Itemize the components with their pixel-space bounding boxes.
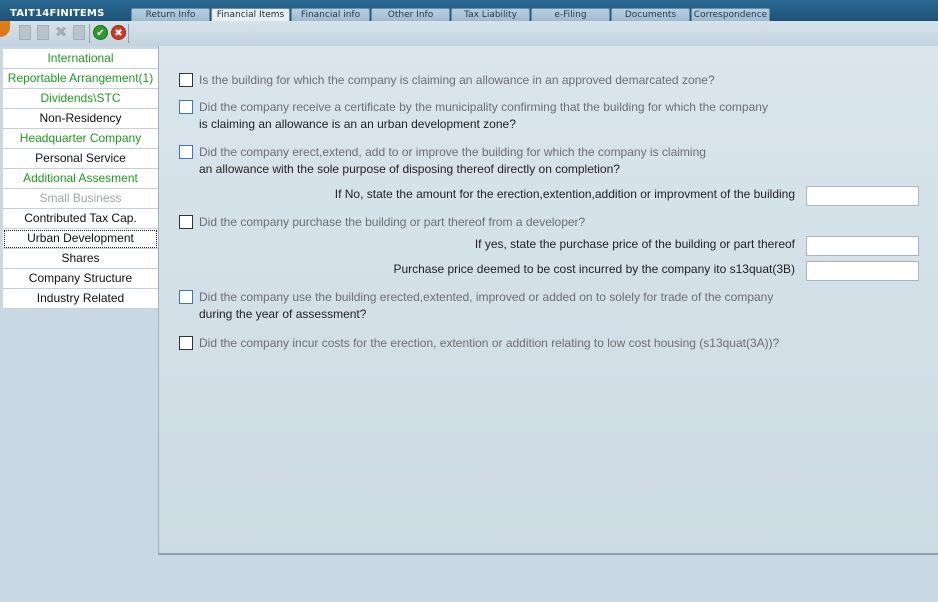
question-text: Did the company use the building erected… [199, 289, 819, 323]
tab-return-info[interactable]: Return Info [131, 8, 210, 21]
sidebar-item-dividends-stc[interactable]: Dividends\STC [3, 89, 158, 109]
toolbar-divider [89, 24, 90, 43]
question-text: Is the building for which the company is… [199, 72, 819, 89]
erect-extend-checkbox[interactable] [179, 145, 193, 159]
question-line-2: is claiming an allowance is an an urban … [199, 117, 516, 131]
question-line-1: Did the company incur costs for the erec… [199, 336, 780, 350]
deemed-cost-label: Purchase price deemed to be cost incurre… [393, 262, 795, 276]
cancel-icon[interactable]: ✖ [111, 25, 126, 40]
sidebar: International Reportable Arrangement(1) … [3, 49, 158, 309]
copy-button[interactable] [73, 25, 87, 41]
question-line-1: Did the company receive a certificate by… [199, 100, 768, 114]
copy-doc-icon [73, 25, 85, 40]
low-cost-housing-checkbox[interactable] [179, 336, 193, 350]
tab-e-filing[interactable]: e-Filing [531, 8, 610, 21]
question-line-1: Did the company use the building erected… [199, 290, 774, 304]
approved-zone-checkbox[interactable] [179, 73, 193, 87]
tab-other-info[interactable]: Other Info [371, 8, 450, 21]
sidebar-item-industry-related[interactable]: Industry Related [3, 289, 158, 309]
ok-icon[interactable]: ✔ [93, 25, 108, 40]
question-line-1: Did the company erect,extend, add to or … [199, 145, 706, 159]
sole-trade-checkbox[interactable] [179, 290, 193, 304]
tab-financial-info[interactable]: Financial info [291, 8, 370, 21]
sidebar-item-non-residency[interactable]: Non-Residency [3, 109, 158, 129]
sidebar-item-company-structure[interactable]: Company Structure [3, 269, 158, 289]
certificate-checkbox[interactable] [179, 100, 193, 114]
sidebar-item-personal-service[interactable]: Personal Service [3, 149, 158, 169]
toolbar: ✖ ✔ ✖ [0, 21, 938, 46]
erection-amount-input[interactable] [806, 186, 919, 206]
tab-financial-items[interactable]: Financial Items [211, 8, 290, 21]
question-line-1: Did the company purchase the building or… [199, 215, 586, 229]
tab-tax-liability[interactable]: Tax Liability [451, 8, 530, 21]
purchase-price-label: If yes, state the purchase price of the … [474, 237, 795, 251]
new-doc-icon [19, 25, 31, 40]
question-text: Did the company incur costs for the erec… [199, 335, 819, 352]
sidebar-item-reportable-arrangement[interactable]: Reportable Arrangement(1) [3, 69, 158, 89]
sidebar-item-international[interactable]: International [3, 49, 158, 69]
sidebar-item-headquarter-company[interactable]: Headquarter Company [3, 129, 158, 149]
purchase-developer-checkbox[interactable] [179, 215, 193, 229]
question-line-1: Is the building for which the company is… [199, 73, 715, 87]
sidebar-item-urban-development[interactable]: Urban Development [3, 229, 158, 249]
question-text: Did the company erect,extend, add to or … [199, 144, 819, 178]
edit-doc-icon [37, 25, 49, 40]
sidebar-item-additional-assessment[interactable]: Additional Assesment [3, 169, 158, 189]
urban-development-panel: Is the building for which the company is… [158, 46, 938, 555]
erection-amount-label: If No, state the amount for the erection… [334, 187, 795, 201]
sidebar-item-small-business[interactable]: Small Business [3, 189, 158, 209]
tab-documents[interactable]: Documents [611, 8, 690, 21]
edit-button[interactable] [37, 25, 51, 41]
purchase-price-input[interactable] [806, 236, 919, 256]
question-text: Did the company purchase the building or… [199, 214, 819, 231]
question-line-2: during the year of assessment? [199, 307, 367, 321]
toolbar-divider [128, 24, 129, 43]
sidebar-item-contributed-tax-cap[interactable]: Contributed Tax Cap. [3, 209, 158, 229]
question-line-2: an allowance with the sole purpose of di… [199, 162, 620, 176]
new-button[interactable] [19, 25, 33, 41]
tab-correspondence[interactable]: Correspondence [691, 8, 770, 21]
title-bar: TAIT14FINITEMS Return Info Financial Ite… [0, 0, 938, 21]
question-text: Did the company receive a certificate by… [199, 99, 819, 133]
app-title: TAIT14FINITEMS [10, 8, 105, 19]
sidebar-item-shares[interactable]: Shares [3, 249, 158, 269]
deemed-cost-input[interactable] [806, 261, 919, 281]
delete-icon[interactable]: ✖ [54, 25, 68, 41]
